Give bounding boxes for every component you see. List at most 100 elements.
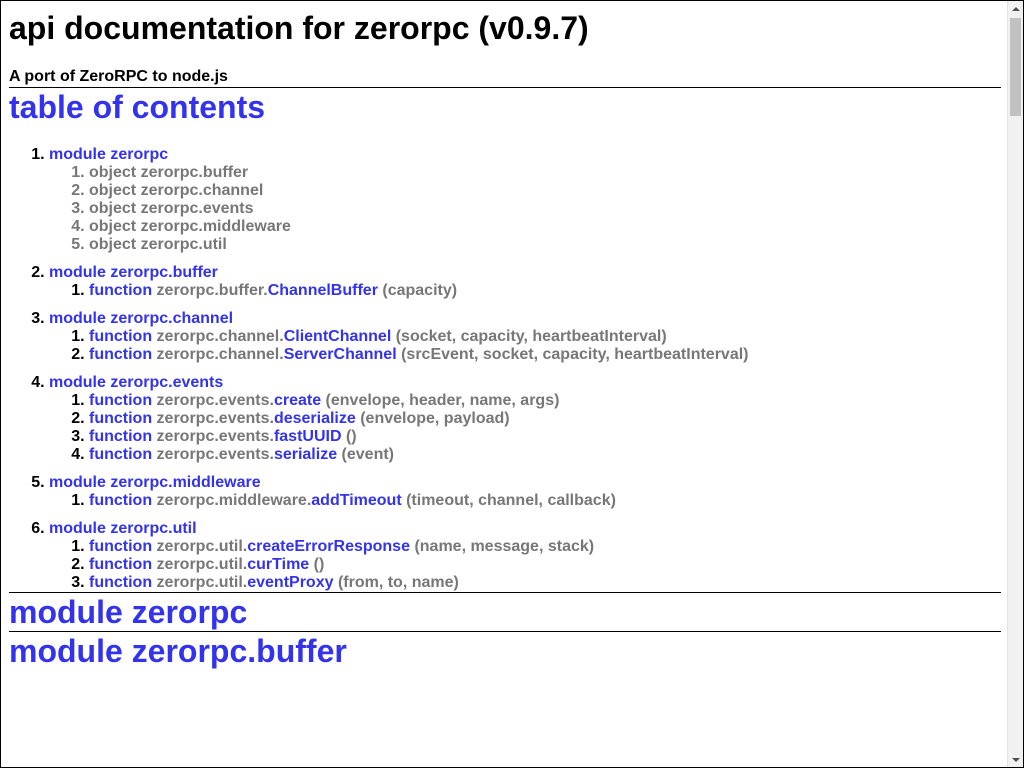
toc-object-item[interactable]: object zerorpc.channel: [89, 182, 1001, 200]
toc-module-item: module zerorpc.events function zerorpc.e…: [49, 374, 1001, 464]
toc-prefix: zerorpc.events.: [156, 428, 274, 445]
toc-module-link[interactable]: module zerorpc.middleware: [49, 474, 261, 491]
toc-function-item: function zerorpc.util.createErrorRespons…: [89, 538, 1001, 556]
toc-kind: function: [89, 392, 153, 409]
toc-function-link[interactable]: curTime: [247, 556, 309, 573]
toc-prefix: zerorpc.middleware: [140, 218, 291, 235]
toc-prefix: zerorpc.util.: [156, 538, 248, 555]
toc-function-link[interactable]: eventProxy: [247, 574, 333, 591]
toc-prefix: zerorpc.events.: [156, 392, 274, 409]
toc-prefix: zerorpc.util: [140, 236, 227, 253]
toc-args: (envelope, payload): [360, 410, 510, 427]
toc-args: (name, message, stack): [414, 538, 595, 555]
toc-object-item[interactable]: object zerorpc.buffer: [89, 164, 1001, 182]
toc-kind: function: [89, 556, 153, 573]
section-heading-module-zerorpc[interactable]: module zerorpc: [9, 593, 1001, 631]
toc-args: (): [345, 428, 357, 445]
toc-function-link[interactable]: ServerChannel: [284, 346, 397, 363]
toc-prefix: zerorpc.events: [140, 200, 254, 217]
section-heading-module-zerorpc-buffer[interactable]: module zerorpc.buffer: [9, 632, 1001, 670]
toc-function-link[interactable]: create: [274, 392, 321, 409]
toc-function-link[interactable]: serialize: [274, 446, 337, 463]
toc-kind: function: [89, 428, 153, 445]
page-content: api documentation for zerorpc (v0.9.7) A…: [9, 1, 1001, 670]
toc-prefix: zerorpc.util.: [156, 556, 248, 573]
page-subtitle: A port of ZeroRPC to node.js: [9, 68, 228, 85]
toc-function-link[interactable]: deserialize: [274, 410, 356, 427]
toc-function-item: function zerorpc.util.eventProxy (from, …: [89, 574, 1001, 592]
toc-prefix: zerorpc.buffer: [140, 164, 249, 181]
toc-prefix: zerorpc.channel.: [156, 346, 284, 363]
toc-function-item: function zerorpc.events.create (envelope…: [89, 392, 1001, 410]
toc-function-link[interactable]: ClientChannel: [284, 328, 392, 345]
toc-kind: object: [89, 164, 137, 181]
toc-args: (capacity): [382, 282, 458, 299]
toc-prefix: zerorpc.util.: [156, 574, 248, 591]
toc-sublist: function zerorpc.util.createErrorRespons…: [49, 538, 1001, 592]
toc-kind: object: [89, 218, 137, 235]
toc-args: (): [313, 556, 325, 573]
toc-kind: object: [89, 236, 137, 253]
toc-function-item: function zerorpc.buffer.ChannelBuffer (c…: [89, 282, 1001, 300]
toc-heading[interactable]: table of contents: [9, 88, 1001, 126]
toc-function-item: function zerorpc.events.fastUUID (): [89, 428, 1001, 446]
toc-function-item: function zerorpc.channel.ServerChannel (…: [89, 346, 1001, 364]
toc-module-item: module zerorpc.middleware function zeror…: [49, 474, 1001, 510]
browser-viewport: api documentation for zerorpc (v0.9.7) A…: [0, 0, 1024, 768]
toc-sublist: function zerorpc.buffer.ChannelBuffer (c…: [49, 282, 1001, 300]
toc-args: (from, to, name): [337, 574, 459, 591]
toc-function-item: function zerorpc.channel.ClientChannel (…: [89, 328, 1001, 346]
toc-kind: object: [89, 200, 137, 217]
toc-args: (socket, capacity, heartbeatInterval): [395, 328, 667, 345]
toc-kind: function: [89, 328, 153, 345]
toc-args: (event): [341, 446, 394, 463]
toc-kind: function: [89, 446, 153, 463]
toc-kind: function: [89, 346, 153, 363]
page-title: api documentation for zerorpc (v0.9.7): [9, 10, 589, 46]
toc-kind: object: [89, 182, 137, 199]
toc-prefix: zerorpc.channel: [140, 182, 264, 199]
scrollbar-thumb[interactable]: [1010, 18, 1021, 116]
toc-args: (envelope, header, name, args): [325, 392, 560, 409]
toc-sublist: object zerorpc.buffer object zerorpc.cha…: [49, 164, 1001, 254]
toc-kind: function: [89, 538, 153, 555]
toc-object-item[interactable]: object zerorpc.events: [89, 200, 1001, 218]
toc-function-link[interactable]: createErrorResponse: [247, 538, 410, 555]
toc-function-item: function zerorpc.events.serialize (event…: [89, 446, 1001, 464]
toc-prefix: zerorpc.channel.: [156, 328, 284, 345]
toc-prefix: zerorpc.buffer.: [156, 282, 268, 299]
toc-module-link[interactable]: module zerorpc: [49, 146, 168, 163]
toc-sublist: function zerorpc.middleware.addTimeout (…: [49, 492, 1001, 510]
toc-kind: function: [89, 282, 153, 299]
toc-kind: function: [89, 574, 153, 591]
toc-list: module zerorpc object zerorpc.buffer obj…: [9, 146, 1001, 592]
scroll-up-button[interactable]: [1008, 1, 1023, 16]
toc-function-link[interactable]: fastUUID: [274, 428, 342, 445]
toc-prefix: zerorpc.events.: [156, 446, 274, 463]
toc-module-item: module zerorpc.util function zerorpc.uti…: [49, 520, 1001, 592]
toc-kind: function: [89, 410, 153, 427]
toc-sublist: function zerorpc.channel.ClientChannel (…: [49, 328, 1001, 364]
toc-module-link[interactable]: module zerorpc.buffer: [49, 264, 218, 281]
toc-prefix: zerorpc.events.: [156, 410, 274, 427]
toc-args: (timeout, channel, callback): [406, 492, 616, 509]
toc-function-item: function zerorpc.util.curTime (): [89, 556, 1001, 574]
scroll-down-button[interactable]: [1008, 752, 1023, 767]
arrow-up-icon: [1011, 6, 1020, 11]
toc-kind: function: [89, 492, 153, 509]
toc-module-link[interactable]: module zerorpc.channel: [49, 310, 233, 327]
toc-function-link[interactable]: ChannelBuffer: [268, 282, 378, 299]
toc-module-link[interactable]: module zerorpc.util: [49, 520, 197, 537]
toc-module-item: module zerorpc.channel function zerorpc.…: [49, 310, 1001, 364]
toc-sublist: function zerorpc.events.create (envelope…: [49, 392, 1001, 464]
toc-args: (srcEvent, socket, capacity, heartbeatIn…: [401, 346, 749, 363]
toc-function-item: function zerorpc.events.deserialize (env…: [89, 410, 1001, 428]
toc-object-item[interactable]: object zerorpc.middleware: [89, 218, 1001, 236]
toc-module-link[interactable]: module zerorpc.events: [49, 374, 223, 391]
toc-function-link[interactable]: addTimeout: [311, 492, 401, 509]
toc-prefix: zerorpc.middleware.: [156, 492, 312, 509]
toc-function-item: function zerorpc.middleware.addTimeout (…: [89, 492, 1001, 510]
arrow-down-icon: [1011, 757, 1020, 762]
vertical-scrollbar[interactable]: [1007, 1, 1023, 767]
toc-object-item[interactable]: object zerorpc.util: [89, 236, 1001, 254]
